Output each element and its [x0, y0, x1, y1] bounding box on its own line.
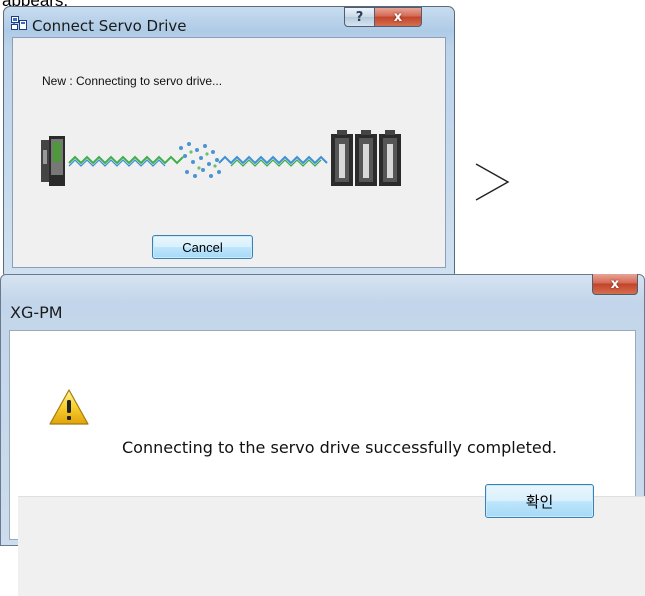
- dialog-title: Connect Servo Drive: [32, 17, 187, 35]
- close-button[interactable]: x: [592, 274, 638, 295]
- app-icon: [11, 15, 27, 34]
- dialog-body: New : Connecting to servo drive... Cance…: [12, 37, 446, 268]
- ok-button[interactable]: 확인: [485, 484, 594, 518]
- xgpm-message-dialog: XG-PM x Connecting to the servo drive su…: [0, 274, 645, 596]
- servo-drives-icon: [331, 130, 401, 186]
- chevron-right-icon: [475, 163, 510, 201]
- help-button[interactable]: ?: [344, 7, 375, 27]
- connection-status: New : Connecting to servo drive...: [42, 74, 223, 88]
- connect-servo-dialog: Connect Servo Drive ? x New : Connecting…: [3, 6, 455, 276]
- plc-device-icon: [41, 136, 65, 186]
- close-button[interactable]: x: [375, 7, 422, 27]
- result-message: Connecting to the servo drive successful…: [122, 438, 557, 457]
- warning-icon: [48, 388, 90, 430]
- dialog-title: XG-PM: [10, 303, 63, 322]
- caption-buttons: ? x: [344, 7, 422, 27]
- cancel-button[interactable]: Cancel: [152, 235, 253, 259]
- connection-animation: [41, 130, 401, 186]
